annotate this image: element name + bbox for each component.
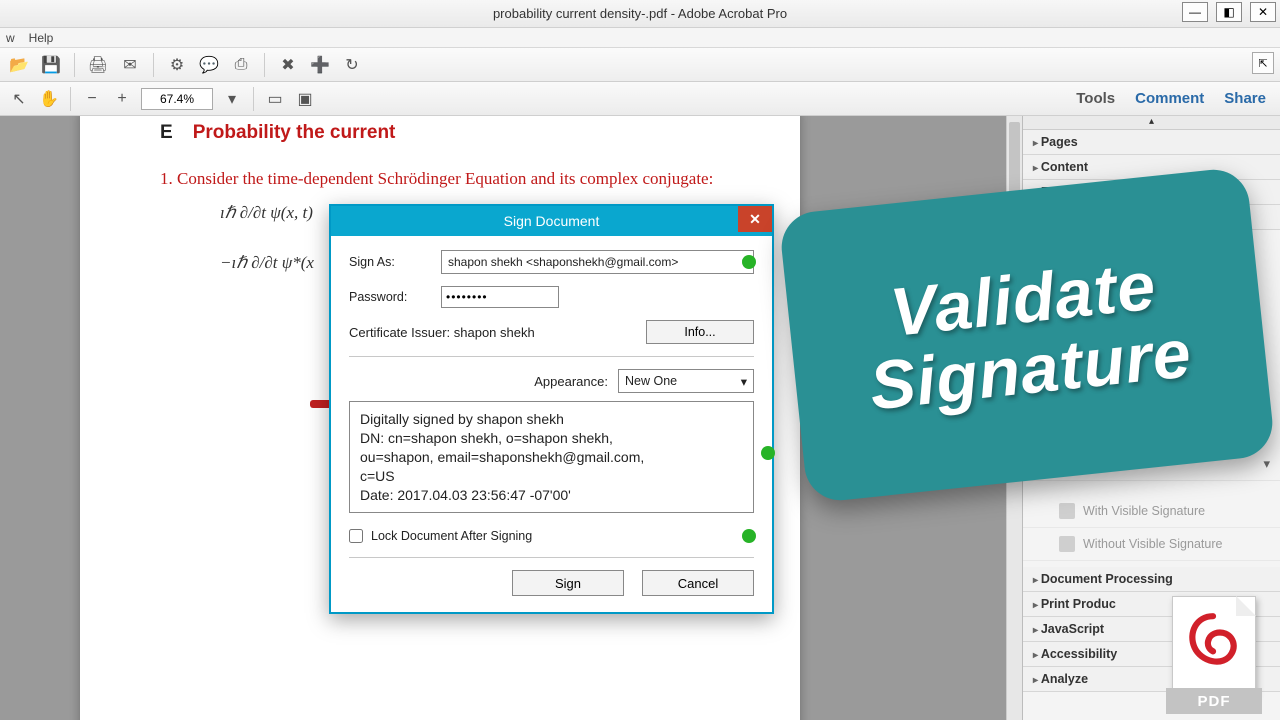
- tools-link[interactable]: Tools: [1076, 90, 1115, 107]
- sig-line: Digitally signed by shapon shekh: [360, 410, 743, 429]
- sign-as-select[interactable]: shapon shekh <shaponshekh@gmail.com> ▾: [441, 250, 754, 274]
- separator: [253, 87, 254, 111]
- fit-page-icon[interactable]: ▣: [294, 88, 316, 110]
- adobe-swirl-icon: [1182, 610, 1244, 672]
- zoom-level[interactable]: 67.4%: [141, 88, 213, 110]
- lock-document-checkbox[interactable]: [349, 529, 363, 543]
- password-input[interactable]: [441, 286, 559, 308]
- chevron-down-icon: ▾: [741, 374, 747, 389]
- sig-line: Date: 2017.04.03 23:56:47 -07'00': [360, 486, 743, 505]
- pdf-label: PDF: [1166, 688, 1262, 714]
- menubar: w Help: [0, 28, 1280, 48]
- view-toolbar: ↖ ✋ − + 67.4% ▾ ▭ ▣ Tools Comment Share: [0, 82, 1280, 116]
- panel-item-invisible-signature[interactable]: Without Visible Signature: [1023, 528, 1280, 561]
- comment-icon[interactable]: 💬: [198, 54, 220, 76]
- panel-cat-pages[interactable]: Pages: [1023, 130, 1280, 155]
- print-icon[interactable]: 🖨: [87, 54, 109, 76]
- sig-line: DN: cn=shapon shekh, o=shapon shekh,: [360, 429, 743, 448]
- divider: [349, 557, 754, 558]
- panel-item-visible-signature[interactable]: With Visible Signature: [1023, 495, 1280, 528]
- main-toolbar: 📂 💾 🖨 ✉ ⚙ 💬 ⎙ ✖ ➕ ↻: [0, 48, 1280, 82]
- section-title: Probability the current: [193, 122, 396, 144]
- signature-preview: Digitally signed by shapon shekh DN: cn=…: [349, 401, 754, 513]
- sign-document-dialog: Sign Document ✕ Sign As: shapon shekh <s…: [329, 204, 774, 614]
- fit-width-icon[interactable]: ▭: [264, 88, 286, 110]
- help-icon[interactable]: [742, 529, 756, 543]
- mail-icon[interactable]: ✉: [119, 54, 141, 76]
- gear-icon[interactable]: ⚙: [166, 54, 188, 76]
- appearance-label: Appearance:: [534, 374, 608, 389]
- cancel-button[interactable]: Cancel: [642, 570, 754, 596]
- zoom-out-icon[interactable]: −: [81, 88, 103, 110]
- sign-button[interactable]: Sign: [512, 570, 624, 596]
- page-x-icon[interactable]: ✖: [277, 54, 299, 76]
- sign-as-value: shapon shekh <shaponshekh@gmail.com>: [448, 255, 678, 269]
- separator: [74, 53, 75, 77]
- section-heading: E Probability the current: [160, 122, 740, 144]
- share-link[interactable]: Share: [1224, 90, 1266, 107]
- pointer-icon[interactable]: ↖: [8, 88, 30, 110]
- certificate-issuer: Certificate Issuer: shapon shekh: [349, 325, 535, 340]
- save-icon[interactable]: 💾: [40, 54, 62, 76]
- sign-as-label: Sign As:: [349, 255, 429, 269]
- separator: [70, 87, 71, 111]
- panel-cat-document-processing[interactable]: Document Processing: [1023, 567, 1280, 592]
- validate-signature-badge: Validate Signature: [778, 166, 1276, 504]
- maximize-button[interactable]: ◧: [1216, 2, 1242, 22]
- sig-line: c=US: [360, 467, 743, 486]
- hand-icon[interactable]: ✋: [38, 88, 60, 110]
- menu-item[interactable]: w: [6, 31, 15, 45]
- sig-line: ou=shapon, email=shaponshekh@gmail.com,: [360, 448, 743, 467]
- lock-document-label: Lock Document After Signing: [371, 529, 532, 543]
- section-letter: E: [160, 122, 173, 144]
- pdf-fold: [1236, 596, 1256, 616]
- restore-panels-button[interactable]: ⇱: [1252, 52, 1274, 74]
- comment-link[interactable]: Comment: [1135, 90, 1204, 107]
- window-title: probability current density-.pdf - Adobe…: [493, 6, 787, 21]
- help-icon[interactable]: [742, 255, 756, 269]
- stamp-icon[interactable]: ⎙: [230, 54, 252, 76]
- close-button[interactable]: ✕: [1250, 2, 1276, 22]
- separator: [264, 53, 265, 77]
- password-label: Password:: [349, 290, 429, 304]
- page-plus-icon[interactable]: ➕: [309, 54, 331, 76]
- ribbon-icon: [1059, 536, 1075, 552]
- invisible-signature-label: Without Visible Signature: [1083, 537, 1222, 551]
- appearance-value: New One: [625, 374, 677, 388]
- pdf-file-icon: PDF: [1166, 596, 1262, 714]
- zoom-dropdown-icon[interactable]: ▾: [221, 88, 243, 110]
- open-icon[interactable]: 📂: [8, 54, 30, 76]
- dialog-title: Sign Document: [504, 213, 600, 229]
- help-icon[interactable]: [761, 446, 775, 460]
- titlebar: probability current density-.pdf - Adobe…: [0, 0, 1280, 28]
- minimize-button[interactable]: —: [1182, 2, 1208, 22]
- panel-scroll-up[interactable]: ▴: [1023, 116, 1280, 130]
- question-text: 1. Consider the time-dependent Schröding…: [160, 168, 740, 191]
- dialog-titlebar[interactable]: Sign Document ✕: [331, 206, 772, 236]
- info-button[interactable]: Info...: [646, 320, 754, 344]
- dialog-close-button[interactable]: ✕: [738, 206, 772, 232]
- zoom-in-icon[interactable]: +: [111, 88, 133, 110]
- divider: [349, 356, 754, 357]
- visible-signature-label: With Visible Signature: [1083, 504, 1205, 518]
- separator: [153, 53, 154, 77]
- pen-icon: [1059, 503, 1075, 519]
- menu-item-help[interactable]: Help: [29, 31, 54, 45]
- chevron-down-icon: ▾: [1263, 456, 1270, 472]
- appearance-select[interactable]: New One ▾: [618, 369, 754, 393]
- page-rotate-icon[interactable]: ↻: [341, 54, 363, 76]
